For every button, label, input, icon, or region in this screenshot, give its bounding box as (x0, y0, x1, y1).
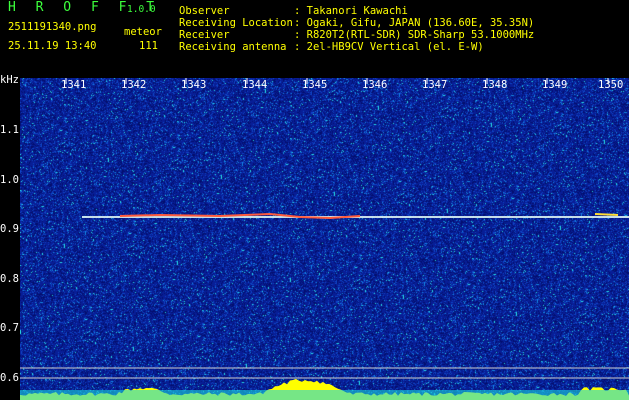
x-tick-label: 1346 (362, 79, 388, 91)
x-tick-label: 1343 (181, 79, 207, 91)
observation-datetime: 25.11.19 13:40 (8, 40, 97, 52)
antenna-value: : 2el-HB9CV Vertical (el. E-W) (294, 41, 484, 53)
location-label: Receiving Location (179, 17, 293, 29)
location-value: : Ogaki, Gifu, JAPAN (136.60E, 35.35N) (294, 17, 535, 29)
antenna-label: Receiving antenna (179, 41, 287, 53)
header-panel: H R O F F T 1.0.0 2511191340.png meteor … (0, 0, 629, 75)
y-tick-label: 0.9 (0, 223, 19, 235)
x-tick-label: 1350 (598, 79, 624, 91)
signal-level-base (20, 390, 629, 400)
x-tick-label: 1344 (242, 79, 268, 91)
x-tick-label: 1349 (542, 79, 568, 91)
meteor-echo-trace (594, 213, 619, 216)
observer-label: Observer (179, 5, 230, 17)
spectrogram-plot (20, 78, 629, 400)
x-tick-label: 1345 (302, 79, 328, 91)
spectrogram-overlay (20, 78, 629, 400)
y-tick-label: 1.1 (0, 124, 19, 136)
y-tick-label: 0.6 (0, 372, 19, 384)
x-tick-label: 1347 (422, 79, 448, 91)
meteor-count: 111 (139, 40, 158, 52)
x-tick-label: 1342 (121, 79, 147, 91)
app-version: 1.0.0 (127, 4, 156, 15)
y-tick-label: 0.8 (0, 273, 19, 285)
observation-mode: meteor (124, 26, 162, 38)
y-tick-label: 0.7 (0, 322, 19, 334)
receiver-label: Receiver (179, 29, 230, 41)
x-tick-label: 1348 (482, 79, 508, 91)
y-axis-unit: kHz (0, 74, 19, 86)
x-tick-label: 1341 (61, 79, 87, 91)
image-filename: 2511191340.png (8, 21, 97, 33)
receiver-value: : R820T2(RTL-SDR) SDR-Sharp 53.1000MHz (294, 29, 535, 41)
observer-value: : Takanori Kawachi (294, 5, 408, 17)
y-tick-label: 1.0 (0, 174, 19, 186)
